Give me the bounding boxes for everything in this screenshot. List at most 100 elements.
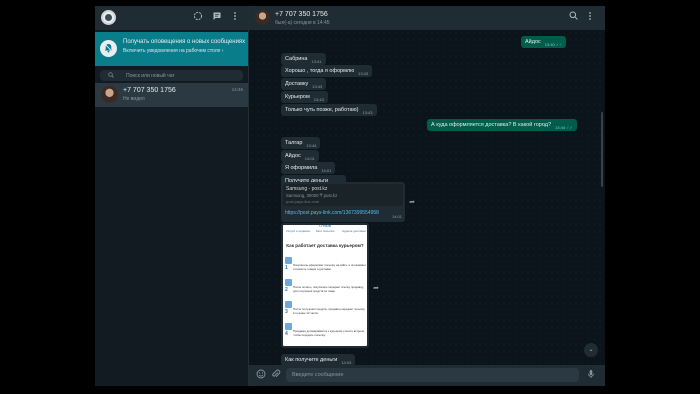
read-ticks-icon: ✓✓ [555,42,563,47]
scrollbar[interactable] [601,112,603,187]
message-input[interactable] [286,368,579,382]
new-chat-icon[interactable] [211,11,223,23]
image-tab: Услуги и сервисы [286,229,311,233]
message-incoming[interactable]: Талгар 13:44 [281,137,321,149]
step-number: 4 [285,331,288,337]
message-text: Айдос [525,39,541,45]
whatsapp-window: Получать оповещения о новых сообщениях В… [95,6,605,386]
image-title: Как работает доставка курьером? [286,243,364,248]
link-preview-domain: post.pays-link.com [286,199,320,204]
message-text: Доставку [285,81,309,87]
message-outgoing[interactable]: А куда оформляется доставка? В какой гор… [427,119,577,131]
image-step: 4 Продавец договаривается с курьером о м… [285,323,367,339]
forward-icon[interactable]: ➦ [407,198,417,208]
attach-icon[interactable] [270,369,282,381]
image-step: 1 Покупатель оформляет посылку на сайте,… [285,257,367,273]
search-icon[interactable] [108,72,114,80]
message-incoming[interactable]: Как получите деньги 14:03 [281,354,356,365]
chat-panel: +7 707 350 1756 был(-а) сегодня в 14:45 … [249,6,605,386]
message-text: Хорошо , тогда я оформлю [285,68,355,74]
message-incoming[interactable]: Только чуть позже, работаю) 13:43 [281,104,377,116]
image-step: 3 После получения средств, продавец пере… [285,301,367,317]
message-text: Я оформила [285,165,318,171]
contact-avatar [101,86,118,103]
menu-icon[interactable] [229,11,241,23]
step-text: Продавец договаривается с курьером о мес… [293,329,365,337]
step-text: После оплаты, покупатель передает ссылку… [293,285,364,293]
message-text: Только чуть позже, работаю) [285,107,359,113]
step-icon [285,301,292,308]
message-time: 13:43 [358,71,369,76]
forward-icon[interactable]: ➦ [371,284,381,294]
message-outgoing[interactable]: Айдос 13:40✓✓ [521,36,567,48]
message-link[interactable]: https://post.pays-link.com/1367399554958 [285,210,379,216]
step-text: После получения средств, продавец переда… [293,307,365,315]
image-tab: Мои посылки [316,229,335,233]
message-text: Как получите деньги [285,357,338,363]
message-text: Айдос [285,153,301,159]
emoji-icon[interactable] [255,369,267,381]
mic-icon[interactable] [585,369,597,381]
chat-header[interactable]: +7 707 350 1756 был(-а) сегодня в 14:45 [249,6,605,30]
message-text: Курьером [285,94,310,100]
message-incoming[interactable]: Айдос 14:01 [281,150,319,162]
enable-notifications-link[interactable]: Включить уведомления на рабочем столе › [123,48,223,54]
message-time: 14:01 [321,168,332,173]
step-icon [285,323,292,330]
composer [249,365,605,386]
message-incoming[interactable]: Сабрина 13:41 [281,53,326,65]
image-tabs: Услуги и сервисы Мои посылки Адреса дост… [285,229,367,235]
image-cut-title: Отзыв [283,225,367,229]
chat-name: +7 707 350 1756 [123,87,176,94]
notice-title: Получать оповещения о новых сообщениях [123,39,246,45]
message-text: Талгар [285,140,303,146]
chat-time: 14:46 [231,87,243,92]
image-step: 2 После оплаты, покупатель передает ссыл… [285,279,367,295]
message-time: 13:44✓✓ [555,125,573,130]
step-number: 2 [285,287,288,293]
chat-list-item[interactable]: +7 707 350 1756 Не видел 14:46 [95,83,248,107]
search-icon[interactable] [567,11,579,23]
chat-last-message: Не видел [123,96,145,102]
message-text: А куда оформляется доставка? В какой гор… [431,122,552,128]
message-incoming[interactable]: Доставку 13:43 [281,78,327,90]
message-time: 13:43 [313,97,324,102]
contact-status: был(-а) сегодня в 14:45 [275,20,330,26]
step-icon [285,257,292,264]
message-time: 14:01 [391,214,402,219]
message-time: 14:01 [304,156,315,161]
status-icon[interactable] [192,11,204,23]
search-input[interactable] [126,70,236,81]
message-time: 13:43 [362,110,373,115]
notification-banner[interactable]: Получать оповещения о новых сообщениях В… [95,32,248,66]
chevron-down-icon[interactable]: ⌄ [584,343,598,357]
search-box [100,70,243,81]
message-time: 13:40✓✓ [544,42,563,47]
link-preview-title: Samsung - post.kz [286,186,328,192]
message-time: 13:44 [306,143,317,148]
step-number: 3 [285,309,288,315]
image-tab: Адреса доставки [342,229,366,233]
bell-off-icon [100,40,117,57]
contact-avatar[interactable] [255,10,270,25]
sidebar-header [95,6,248,30]
message-time: 13:41 [311,59,322,64]
link-preview[interactable]: Samsung - post.kz Samsung, 30000 ₸ post.… [283,184,403,206]
read-ticks-icon: ✓✓ [566,125,573,130]
step-number: 1 [285,265,288,271]
message-list[interactable]: Айдос 13:40✓✓ Сабрина 13:41 Хорошо , тогда… [249,30,605,365]
image-message[interactable]: Услуги и сервисы Мои посылки Адреса дост… [281,223,369,348]
message-incoming[interactable]: Курьером 13:43 [281,91,328,103]
step-text: Покупатель оформляет посылку на сайте, и… [293,263,366,271]
step-icon [285,279,292,286]
contact-name: +7 707 350 1756 [275,11,328,18]
message-text: Сабрина [285,56,308,62]
sidebar: Получать оповещения о новых сообщениях В… [95,6,249,386]
message-incoming[interactable]: Я оформила 14:01 [281,162,336,174]
menu-icon[interactable] [584,11,596,23]
link-preview-message[interactable]: Samsung - post.kz Samsung, 30000 ₸ post.… [281,182,405,222]
search-bar [95,66,248,83]
message-incoming[interactable]: Хорошо , тогда я оформлю 13:43 [281,65,373,77]
message-time: 13:43 [312,84,323,89]
my-avatar[interactable] [101,10,116,25]
